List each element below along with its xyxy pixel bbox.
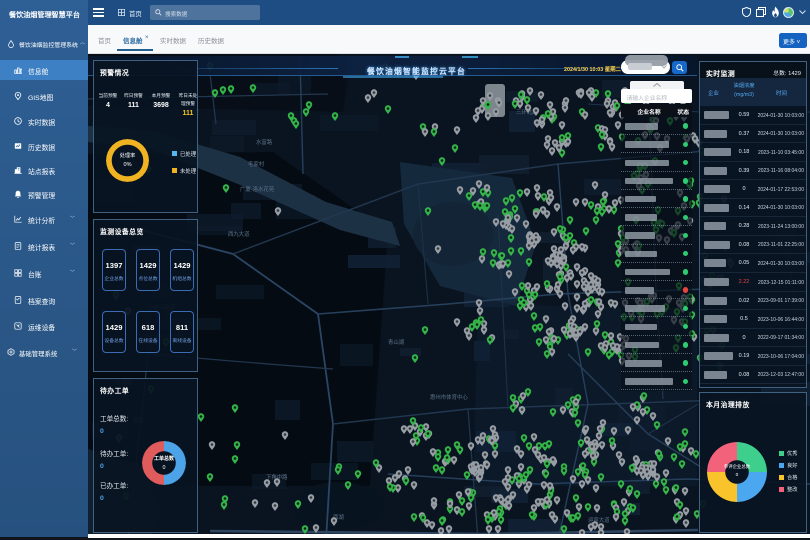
svg-text:惠州市体育中心: 惠州市体育中心 bbox=[430, 393, 468, 401]
svg-text:水富路: 水富路 bbox=[256, 138, 273, 146]
svg-text:毛家村: 毛家村 bbox=[248, 160, 265, 168]
svg-text:迎宾大道: 迎宾大道 bbox=[588, 516, 610, 524]
svg-text:西九大道: 西九大道 bbox=[228, 230, 250, 238]
svg-text:青山湖: 青山湖 bbox=[388, 338, 404, 346]
svg-text:广厦·洛水花苑: 广厦·洛水花苑 bbox=[240, 185, 275, 193]
